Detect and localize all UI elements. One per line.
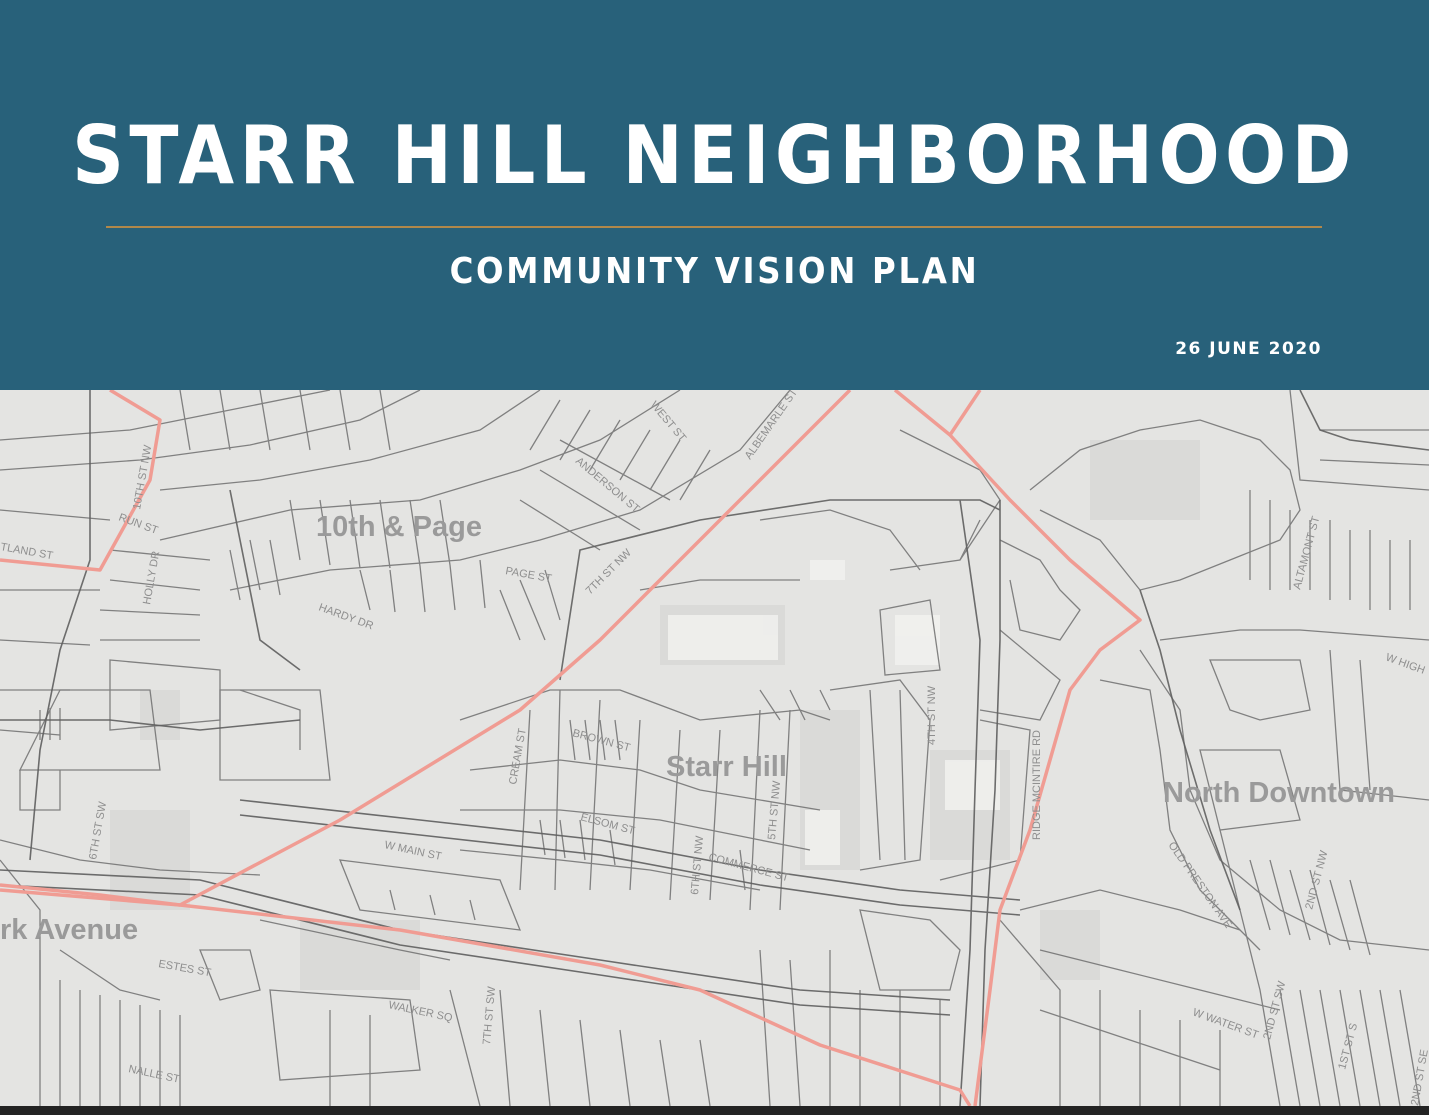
- parcel-lines: [0, 390, 1429, 1106]
- document-date: 26 JUNE 2020: [1175, 339, 1322, 359]
- street-label: WALKER SQ: [387, 999, 454, 1024]
- cover-header: STARR HILL NEIGHBORHOOD COMMUNITY VISION…: [0, 0, 1429, 390]
- bottom-bar: [0, 1106, 1429, 1115]
- street-label: 1ST ST S: [1336, 1022, 1360, 1071]
- label-park-avenue: rk Avenue: [0, 914, 138, 946]
- plan-boundary: [0, 390, 1142, 1106]
- street-label: ANDERSON ST: [573, 455, 642, 515]
- major-roads: [0, 390, 1429, 1106]
- label-starr-hill: Starr Hill: [666, 751, 787, 783]
- title-divider: [106, 226, 1322, 228]
- street-label: ALBEMARLE ST: [743, 390, 801, 462]
- street-label: W WATER ST: [1191, 1007, 1260, 1042]
- label-10th-page: 10th & Page: [316, 511, 482, 543]
- street-label: NALLE ST: [127, 1063, 181, 1086]
- street-label: 6TH ST SW: [87, 800, 109, 860]
- street-label: COMMERCE ST: [707, 851, 790, 884]
- street-label: 7TH ST NW: [584, 546, 635, 597]
- document-subtitle: COMMUNITY VISION PLAN: [449, 251, 980, 292]
- street-label: 2ND ST NW: [1303, 849, 1330, 911]
- street-label: 6TH ST NW: [689, 835, 706, 896]
- street-label: W HIGH: [1384, 652, 1427, 677]
- neighborhood-map: 10th & Page Starr Hill North Downtown rk…: [0, 390, 1429, 1106]
- document-title: STARR HILL NEIGHBORHOOD: [72, 109, 1357, 202]
- aerial-texture: [110, 440, 1200, 990]
- street-label: HARDY DR: [317, 602, 375, 633]
- street-label: RIDGE MCINTIRE RD: [1031, 730, 1043, 840]
- street-label: 2ND ST SW: [1261, 979, 1288, 1040]
- map-svg: 10th & Page Starr Hill North Downtown rk…: [0, 390, 1429, 1106]
- street-label: 7TH ST SW: [481, 985, 498, 1045]
- street-label: CREAM ST: [507, 727, 529, 785]
- street-label: PAGE ST: [504, 565, 553, 585]
- street-label: W MAIN ST: [383, 839, 443, 863]
- street-label: WEST ST: [648, 399, 689, 444]
- street-label: ALTAMONT ST: [1291, 515, 1322, 591]
- street-labels: 10TH ST NW RUN ST TLAND ST HOLLY DR HARD…: [0, 390, 1429, 1106]
- label-north-downtown: North Downtown: [1163, 777, 1395, 809]
- street-label: HOLLY DR: [141, 550, 162, 605]
- street-label: 4TH ST NW: [926, 685, 938, 745]
- street-label: 5TH ST NW: [766, 780, 783, 841]
- street-label: RUN ST: [117, 512, 160, 537]
